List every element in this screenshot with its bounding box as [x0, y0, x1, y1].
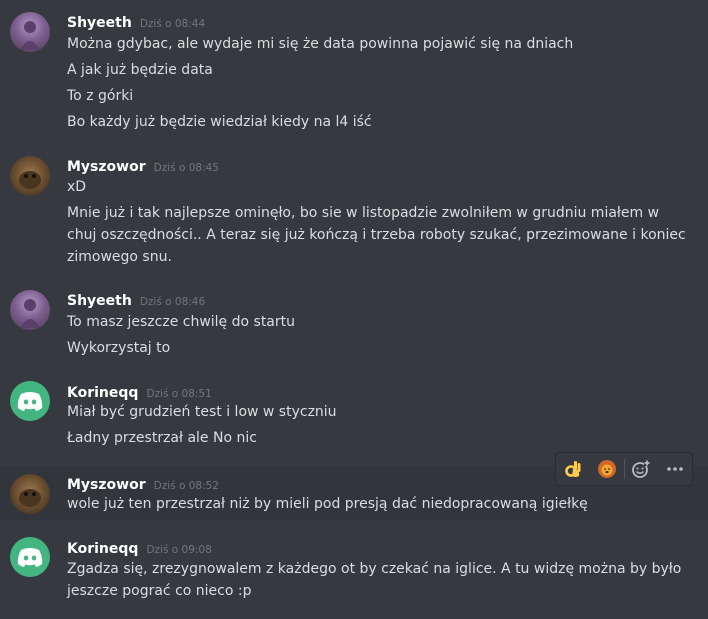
message-text: Wykorzystaj to [67, 340, 171, 356]
message-text: wole już ten przestrzał niż by mieli pod… [67, 496, 588, 512]
message-text: xD [67, 179, 87, 195]
message-text: Można gdybac, ale wydaje mi się że data … [67, 36, 574, 52]
message-text: Zgadza się, zrezygnowalem z każdego ot b… [67, 561, 682, 599]
more-options-button[interactable] [658, 453, 692, 485]
add-reaction-button[interactable] [625, 453, 659, 485]
username[interactable]: Myszowor [67, 159, 146, 175]
message-header: Korineqq Dziś o 09:08 [67, 538, 212, 557]
animal-icon [19, 489, 41, 507]
avatar-korineqq[interactable] [10, 381, 50, 421]
timestamp[interactable]: Dziś o 08:51 [146, 388, 211, 400]
timestamp[interactable]: Dziś o 08:45 [154, 162, 219, 174]
avatar-shyeeth[interactable] [10, 12, 50, 52]
username[interactable]: Korineqq [67, 541, 138, 557]
timestamp[interactable]: Dziś o 08:46 [140, 296, 205, 308]
person-icon [20, 299, 40, 328]
message-group: Shyeeth Dziś o 08:46 To masz jeszcze chwi… [0, 280, 708, 372]
timestamp[interactable]: Dziś o 09:08 [146, 544, 211, 556]
avatar-myszowor[interactable] [10, 474, 50, 514]
username[interactable]: Korineqq [67, 385, 138, 401]
animal-icon [19, 171, 41, 189]
message-actions-toolbar [555, 452, 693, 486]
timestamp[interactable]: Dziś o 08:52 [154, 480, 219, 492]
message-group: Korineqq Dziś o 09:08 Zgadza się, zrezygn… [0, 530, 708, 619]
message-header: Shyeeth Dziś o 08:44 [67, 12, 205, 31]
add-reaction-icon [632, 460, 651, 478]
avatar-myszowor[interactable] [10, 156, 50, 196]
username[interactable]: Shyeeth [67, 293, 132, 309]
message-header: Korineqq Dziś o 08:51 [67, 382, 212, 401]
message-text: Bo każdy już będzie wiedział kiedy na l4… [67, 114, 372, 130]
message-header: Myszowor Dziś o 08:52 [67, 474, 219, 493]
message-text: To masz jeszcze chwilę do startu [67, 314, 295, 330]
message-group: Shyeeth Dziś o 08:44 Można gdybac, ale wy… [0, 0, 708, 150]
lion-icon [597, 460, 616, 478]
avatar-shyeeth[interactable] [10, 290, 50, 330]
avatar-korineqq[interactable] [10, 537, 50, 577]
message-text: Ładny przestrzał ale No nic [67, 430, 257, 446]
more-icon [667, 467, 683, 471]
discord-logo-icon [17, 392, 43, 411]
username[interactable]: Myszowor [67, 477, 146, 493]
discord-logo-icon [17, 548, 43, 567]
message-text: Mnie już i tak najlepsze ominęło, bo sie… [67, 205, 686, 265]
message-header: Myszowor Dziś o 08:45 [67, 156, 219, 175]
ok-hand-icon [565, 461, 581, 477]
timestamp[interactable]: Dziś o 08:44 [140, 18, 205, 30]
message-header: Shyeeth Dziś o 08:46 [67, 290, 205, 309]
message-group: Korineqq Dziś o 08:51 Miał być grudzień t… [0, 372, 708, 462]
message-group: Myszowor Dziś o 08:45 xD Mnie już i tak n… [0, 150, 708, 280]
reaction-lion-button[interactable] [590, 453, 624, 485]
message-text: To z górki [67, 88, 134, 104]
person-icon [20, 21, 40, 50]
message-text: A jak już będzie data [67, 62, 213, 78]
message-text: Miał być grudzień test i low w styczniu [67, 404, 337, 420]
reaction-ok-hand-button[interactable] [556, 453, 590, 485]
username[interactable]: Shyeeth [67, 15, 132, 31]
